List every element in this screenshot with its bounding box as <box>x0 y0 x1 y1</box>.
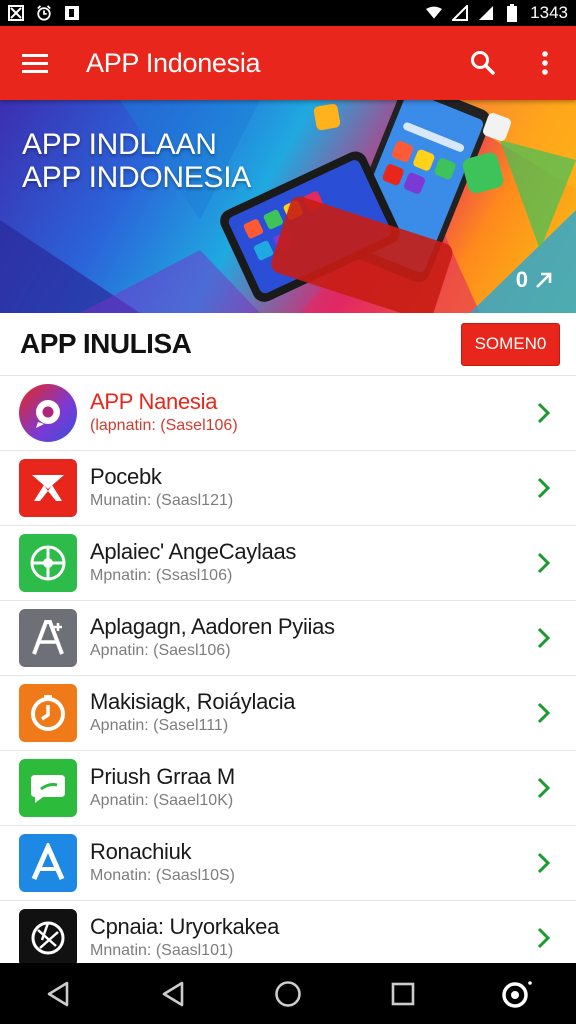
recents-icon <box>391 982 415 1005</box>
promo-banner[interactable]: APP INDLAAN APP INDONESIA 0 <box>0 100 576 313</box>
timer-icon <box>19 684 77 742</box>
chevron-right-icon <box>537 702 551 724</box>
aperture-icon <box>19 909 77 967</box>
back-button-2[interactable] <box>143 963 203 1024</box>
section-action-button[interactable]: SOMEN0 <box>461 322 560 366</box>
compass-icon <box>19 534 77 592</box>
chat-bubble-icon <box>19 384 77 442</box>
app-bar: APP Indonesia <box>0 26 576 100</box>
app-list: APP Nanesia (lapnatin: (Sasel106) Pocebk… <box>0 376 576 976</box>
menu-icon <box>22 54 48 73</box>
item-name: Makisiagk, Roiáylacia <box>90 689 296 714</box>
list-item[interactable]: Makisiagk, Roiáylacia Apnatin: (Sasel111… <box>0 676 576 751</box>
item-name: Aplagagn, Aadoren Pyiias <box>90 614 335 639</box>
clock-icon <box>36 5 52 21</box>
chevron-right-icon <box>537 402 551 424</box>
image-icon <box>8 5 24 21</box>
page-title: APP Indonesia <box>86 47 261 78</box>
chevron-right-icon <box>537 852 551 874</box>
banner-line-2: APP INDONESIA <box>22 161 251 194</box>
wifi-icon <box>426 5 443 21</box>
back-button[interactable] <box>28 963 88 1024</box>
chevron-right-icon <box>537 927 551 949</box>
list-item[interactable]: Aplagagn, Aadoren Pyiias Apnatin: (Saesl… <box>0 601 576 676</box>
search-icon <box>471 51 495 75</box>
home-icon <box>275 980 301 1007</box>
back-icon <box>47 981 68 1006</box>
item-name: Ronachiuk <box>90 839 192 864</box>
letter-a-icon <box>19 609 77 667</box>
item-subtitle: (lapnatin: (Sasel106) <box>90 417 238 434</box>
item-name: Aplaiec' AngeCaylaas <box>90 539 297 564</box>
home-button[interactable] <box>258 963 318 1024</box>
item-name: Cpnaia: Uryorkakea <box>90 914 280 939</box>
item-subtitle: Apnatin: (Saesl106) <box>90 642 231 659</box>
arrow-up-right-icon <box>536 272 552 288</box>
app-store-icon <box>19 834 77 892</box>
banner-badge: 0 <box>516 267 554 293</box>
item-subtitle: Apnatin: (Saael10K) <box>90 792 234 809</box>
phones-illustration <box>220 100 511 313</box>
signal-icon <box>452 5 469 21</box>
section-title: APP INULISA <box>20 328 192 359</box>
item-subtitle: Apnatin: (Sasel111) <box>90 717 229 734</box>
item-subtitle: Monatin: (Saasl10S) <box>90 867 235 884</box>
list-item[interactable]: Priush Grraa M Apnatin: (Saael10K) <box>0 751 576 826</box>
list-item[interactable]: APP Nanesia (lapnatin: (Sasel106) <box>0 376 576 451</box>
item-name: APP Nanesia <box>90 389 218 414</box>
section-header: APP INULISA SOMEN0 <box>0 313 576 376</box>
chevron-right-icon <box>537 477 551 499</box>
envelope-icon <box>19 459 77 517</box>
navigation-bar <box>0 963 576 1024</box>
item-subtitle: Mpnatin: (Ssasl106) <box>90 567 233 584</box>
status-bar: 1343 <box>0 0 576 26</box>
chevron-right-icon <box>537 777 551 799</box>
search-button[interactable] <box>452 26 514 100</box>
recents-button[interactable] <box>373 963 433 1024</box>
banner-badge-count: 0 <box>515 267 528 292</box>
menu-button[interactable] <box>0 26 70 100</box>
item-name: Pocebk <box>90 464 162 489</box>
list-item[interactable]: Ronachiuk Monatin: (Saasl10S) <box>0 826 576 901</box>
list-item[interactable]: Pocebk Munatin: (Saasl121) <box>0 451 576 526</box>
item-name: Priush Grraa M <box>90 764 235 789</box>
banner-headline: APP INDLAAN APP INDONESIA <box>22 128 251 194</box>
more-vert-icon <box>542 51 548 75</box>
app-list-section: APP INULISA SOMEN0 APP Nanesia (lapnatin… <box>0 313 576 976</box>
list-item[interactable]: Aplaiec' AngeCaylaas Mpnatin: (Ssasl106) <box>0 526 576 601</box>
banner-line-1: APP INDLAAN <box>22 128 217 161</box>
assistant-icon <box>502 980 533 1008</box>
photo-icon <box>64 5 80 21</box>
assistant-button[interactable] <box>488 963 548 1024</box>
message-icon <box>19 759 77 817</box>
app-screen: 1343 APP Indonesia APP INDLAAN APP INDON… <box>0 0 576 1024</box>
more-options-button[interactable] <box>514 26 576 100</box>
item-subtitle: Munatin: (Saasl121) <box>90 492 234 509</box>
item-subtitle: Mnnatin: (Saasl101) <box>90 942 234 959</box>
status-time: 1343 <box>530 3 568 22</box>
battery-icon <box>504 4 520 22</box>
chevron-right-icon <box>537 552 551 574</box>
signal-icon-2 <box>478 5 494 21</box>
back-icon-2 <box>162 981 184 1006</box>
chevron-right-icon <box>537 627 551 649</box>
